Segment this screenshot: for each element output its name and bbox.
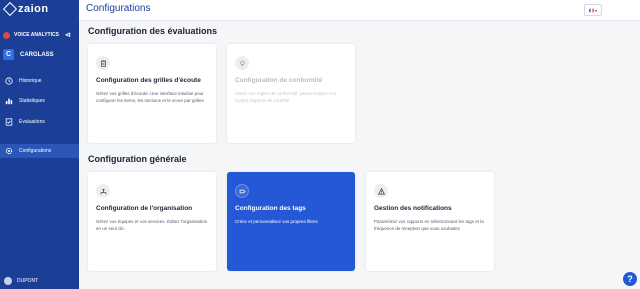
client-badge: C — [3, 49, 14, 60]
sidebar-item-historique[interactable]: Historique — [0, 74, 79, 88]
card-title: Gestion des notifications — [374, 205, 452, 212]
section-title-generale: Configuration générale — [88, 154, 187, 164]
card-tags[interactable]: Configuration des tags Créez et personna… — [227, 172, 355, 271]
user-name: DUPONT — [17, 278, 39, 284]
card-organisation[interactable]: Configuration de l'organisation Gérez vo… — [88, 172, 216, 271]
chevron-down-icon: ▾ — [594, 7, 597, 13]
logo[interactable]: zaion — [2, 1, 49, 17]
warning-icon — [374, 184, 388, 198]
clipboard-icon — [96, 56, 110, 70]
card-title: Configuration des grilles d'écoute — [96, 77, 201, 84]
logo-icon — [2, 1, 18, 17]
card-title: Configuration de l'organisation — [96, 205, 193, 212]
sidebar-item-evaluations[interactable]: Évaluations — [0, 115, 79, 129]
gear-icon — [5, 147, 13, 155]
card-title: Configuration des tags — [235, 205, 306, 212]
client-selector[interactable]: C CARGLASS — [3, 49, 54, 60]
card-description: Paramétrez vos rapports en sélectionnant… — [374, 219, 484, 231]
sidebar: zaion VOICE ANALYTICS ⊲ C CARGLASS Histo… — [0, 0, 79, 289]
card-description: Créez et personnalisez vos propres filtr… — [235, 219, 318, 224]
sidebar-item-configurations[interactable]: Configurations — [0, 144, 79, 158]
card-grilles-ecoute[interactable]: Configuration des grilles d'écoute Gérez… — [88, 44, 216, 143]
card-notifications[interactable]: Gestion des notifications Paramétrez vos… — [366, 172, 494, 271]
logo-text: zaion — [18, 3, 49, 15]
sidebar-item-label: Évaluations — [19, 119, 45, 125]
sidebar-item-label: Historique — [19, 78, 42, 84]
module-selector[interactable]: VOICE ANALYTICS ⊲ — [3, 31, 71, 39]
bulb-icon — [235, 56, 249, 70]
evaluation-icon — [5, 118, 13, 126]
history-icon — [5, 77, 13, 85]
card-conformite[interactable]: Configuration de conformité Gérez vos rè… — [227, 44, 355, 143]
card-description: Gérez vos équipes et vos services. Édite… — [96, 219, 208, 231]
sidebar-item-label: Configurations — [19, 148, 52, 154]
module-icon — [3, 31, 10, 39]
client-name: CARGLASS — [20, 51, 54, 58]
flag-fr-icon — [588, 7, 594, 13]
card-title: Configuration de conformité — [235, 77, 323, 84]
chart-icon — [5, 98, 13, 105]
section-title-evaluations: Configuration des évaluations — [88, 26, 218, 36]
sidebar-item-statistiques[interactable]: Statistiques — [0, 94, 79, 108]
card-description: Gérez vos règles de conformité, personna… — [235, 91, 337, 103]
avatar — [4, 277, 12, 285]
card-description: Gérez vos grilles d'écoute. Une interfac… — [96, 91, 204, 103]
page-title: Configurations — [86, 3, 151, 14]
organization-icon — [96, 184, 110, 198]
language-selector[interactable]: ▾ — [584, 4, 602, 16]
tag-icon — [235, 184, 249, 198]
user-menu[interactable]: DUPONT — [4, 277, 38, 285]
share-icon[interactable]: ⊲ — [65, 31, 71, 39]
module-label: VOICE ANALYTICS — [14, 32, 59, 38]
help-button[interactable]: ? — [623, 272, 637, 286]
sidebar-item-label: Statistiques — [19, 98, 45, 104]
top-bar: Configurations ▾ — [79, 0, 640, 21]
